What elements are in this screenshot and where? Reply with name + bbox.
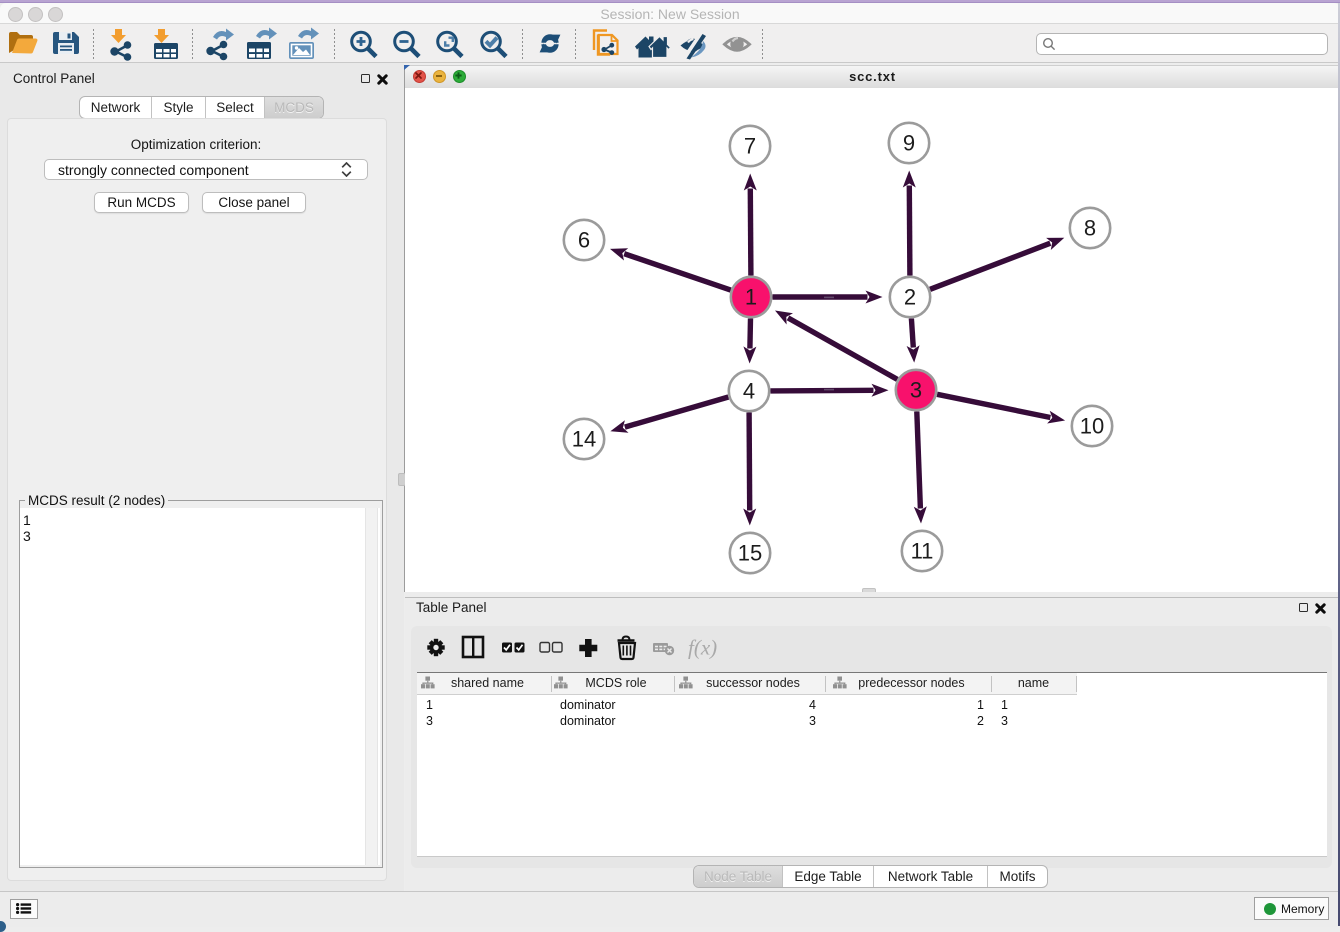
svg-text:f(x): f(x): [688, 636, 717, 660]
svg-text:4: 4: [743, 379, 755, 404]
svg-text:15: 15: [738, 541, 762, 566]
svg-text:3: 3: [910, 378, 922, 403]
svg-text:8: 8: [1084, 216, 1096, 241]
svg-text:2: 2: [904, 285, 916, 310]
svg-text:10: 10: [1080, 414, 1104, 439]
svg-text:9: 9: [903, 131, 915, 156]
svg-text:14: 14: [572, 427, 596, 452]
svg-text:7: 7: [744, 134, 756, 159]
svg-text:6: 6: [578, 228, 590, 253]
svg-text:1: 1: [745, 285, 757, 310]
svg-text:11: 11: [911, 539, 934, 564]
